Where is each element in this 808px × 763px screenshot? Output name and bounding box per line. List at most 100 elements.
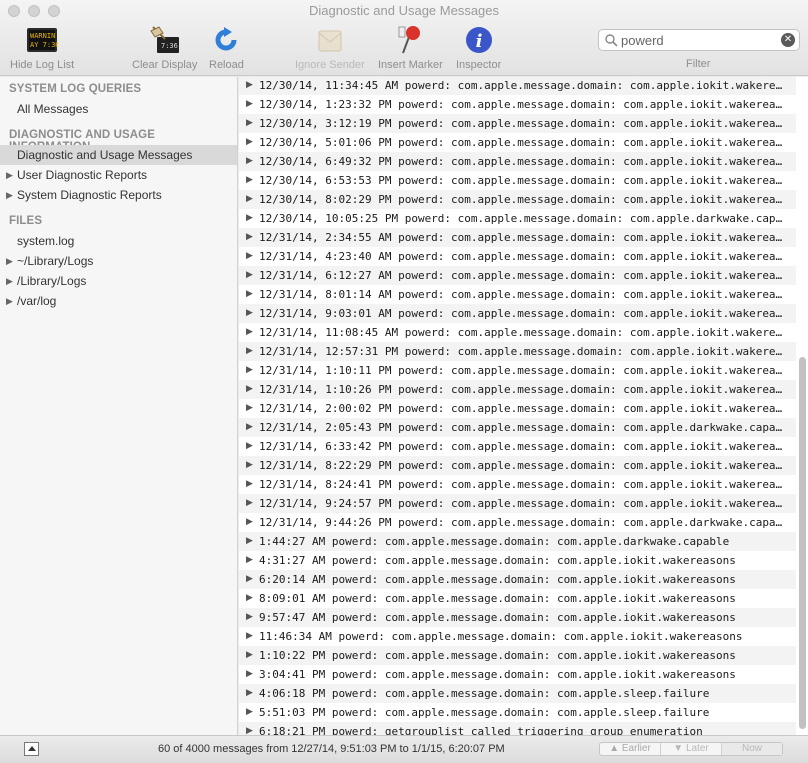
sidebar-item-user-diagnostic-reports[interactable]: ▶ User Diagnostic Reports: [0, 165, 237, 185]
disclosure-triangle-icon[interactable]: ▶: [246, 77, 253, 95]
log-row[interactable]: ▶ 1:44:27 AM powerd: com.apple.message.do…: [239, 532, 796, 551]
sidebar-item-system-log[interactable]: system.log: [0, 231, 237, 251]
disclosure-triangle-icon[interactable]: ▶: [6, 251, 13, 271]
log-row[interactable]: ▶ 12/30/14, 5:01:06 PM powerd: com.apple.…: [239, 133, 796, 152]
disclosure-triangle-icon[interactable]: ▶: [246, 323, 253, 342]
disclosure-triangle-icon[interactable]: ▶: [246, 133, 253, 152]
log-row[interactable]: ▶ 6:18:21 PM powerd: getgrouplist called …: [239, 722, 796, 735]
disclosure-triangle-icon[interactable]: ▶: [246, 399, 253, 418]
disclosure-triangle-icon[interactable]: ▶: [246, 285, 253, 304]
earlier-button[interactable]: ▲ Earlier: [600, 743, 661, 755]
ignore-sender-button[interactable]: Ignore Sender: [295, 24, 365, 71]
insert-marker-button[interactable]: Insert Marker: [378, 24, 443, 71]
log-row[interactable]: ▶ 12/31/14, 9:03:01 AM powerd: com.apple.…: [239, 304, 796, 323]
disclosure-triangle-icon[interactable]: ▶: [246, 171, 253, 190]
disclosure-triangle-icon[interactable]: ▶: [246, 684, 253, 703]
log-row[interactable]: ▶ 12/31/14, 8:24:41 PM powerd: com.apple.…: [239, 475, 796, 494]
disclosure-triangle-icon[interactable]: ▶: [246, 646, 253, 665]
disclosure-triangle-icon[interactable]: ▶: [246, 304, 253, 323]
disclosure-triangle-icon[interactable]: ▶: [246, 190, 253, 209]
search-field[interactable]: ✕: [598, 29, 800, 51]
disclosure-triangle-icon[interactable]: ▶: [246, 608, 253, 627]
log-row[interactable]: ▶ 12/31/14, 11:08:45 AM powerd: com.apple…: [239, 323, 796, 342]
log-row[interactable]: ▶ 5:51:03 PM powerd: com.apple.message.do…: [239, 703, 796, 722]
disclosure-triangle-icon[interactable]: ▶: [246, 722, 253, 735]
log-row[interactable]: ▶ 12/30/14, 6:49:32 PM powerd: com.apple.…: [239, 152, 796, 171]
disclosure-triangle-icon[interactable]: ▶: [246, 589, 253, 608]
log-row[interactable]: ▶ 12/30/14, 6:53:53 PM powerd: com.apple.…: [239, 171, 796, 190]
disclosure-triangle-icon[interactable]: ▶: [246, 247, 253, 266]
inspector-button[interactable]: i Inspector: [456, 24, 501, 71]
disclosure-triangle-icon[interactable]: ▶: [246, 437, 253, 456]
disclosure-triangle-icon[interactable]: ▶: [246, 114, 253, 133]
disclosure-triangle-icon[interactable]: ▶: [246, 627, 253, 646]
disclosure-triangle-icon[interactable]: ▶: [6, 165, 13, 185]
log-row[interactable]: ▶ 4:31:27 AM powerd: com.apple.message.do…: [239, 551, 796, 570]
sidebar-item-var-log[interactable]: ▶ /var/log: [0, 291, 237, 311]
disclosure-triangle-icon[interactable]: ▶: [246, 665, 253, 684]
disclosure-triangle-icon[interactable]: ▶: [246, 513, 253, 532]
later-button[interactable]: ▼ Later: [661, 743, 722, 755]
log-message-list[interactable]: ▶ 6:18:21 PM powerd: getgrouplist called …: [239, 77, 808, 735]
log-row[interactable]: ▶ 11:46:34 AM powerd: com.apple.message.d…: [239, 627, 796, 646]
log-row[interactable]: ▶ 12/30/14, 10:05:25 PM powerd: com.apple…: [239, 209, 796, 228]
disclosure-triangle-icon[interactable]: ▶: [246, 266, 253, 285]
sidebar-item-all-messages[interactable]: All Messages: [0, 99, 237, 119]
vertical-scrollbar[interactable]: [799, 357, 806, 729]
disclosure-triangle-icon[interactable]: ▶: [246, 551, 253, 570]
disclosure-triangle-icon[interactable]: ▶: [246, 380, 253, 399]
disclosure-triangle-icon[interactable]: ▶: [246, 228, 253, 247]
log-row[interactable]: ▶ 12/31/14, 12:57:31 PM powerd: com.apple…: [239, 342, 796, 361]
hide-log-list-button[interactable]: WARNIN AY 7:36 Hide Log List: [10, 24, 74, 71]
log-row[interactable]: ▶ 12/31/14, 1:10:26 PM powerd: com.apple.…: [239, 380, 796, 399]
show-hide-drawer-icon[interactable]: [24, 742, 39, 756]
log-row[interactable]: ▶ 6:20:14 AM powerd: com.apple.message.do…: [239, 570, 796, 589]
log-row[interactable]: ▶ 12/31/14, 4:23:40 AM powerd: com.apple.…: [239, 247, 796, 266]
log-row[interactable]: ▶ 12/31/14, 2:00:02 PM powerd: com.apple.…: [239, 399, 796, 418]
log-row[interactable]: ▶ 12/31/14, 1:10:11 PM powerd: com.apple.…: [239, 361, 796, 380]
search-input[interactable]: [621, 32, 776, 48]
disclosure-triangle-icon[interactable]: ▶: [6, 291, 13, 311]
log-row[interactable]: ▶ 12/31/14, 6:33:42 PM powerd: com.apple.…: [239, 437, 796, 456]
disclosure-triangle-icon[interactable]: ▶: [246, 532, 253, 551]
disclosure-triangle-icon[interactable]: ▶: [246, 361, 253, 380]
disclosure-triangle-icon[interactable]: ▶: [6, 185, 13, 205]
now-button[interactable]: Now: [722, 743, 782, 755]
disclosure-triangle-icon[interactable]: ▶: [246, 209, 253, 228]
log-row[interactable]: ▶ 12/31/14, 2:05:43 PM powerd: com.apple.…: [239, 418, 796, 437]
disclosure-triangle-icon[interactable]: ▶: [246, 95, 253, 114]
disclosure-triangle-icon[interactable]: ▶: [246, 418, 253, 437]
log-row[interactable]: ▶ 12/31/14, 9:44:26 PM powerd: com.apple.…: [239, 513, 796, 532]
log-row[interactable]: ▶ 8:09:01 AM powerd: com.apple.message.do…: [239, 589, 796, 608]
sidebar-item-diagnostic-usage-messages[interactable]: Diagnostic and Usage Messages: [0, 145, 237, 165]
log-row[interactable]: ▶ 12/31/14, 6:12:27 AM powerd: com.apple.…: [239, 266, 796, 285]
log-row[interactable]: ▶ 3:04:41 PM powerd: com.apple.message.do…: [239, 665, 796, 684]
disclosure-triangle-icon[interactable]: ▶: [246, 152, 253, 171]
disclosure-triangle-icon[interactable]: ▶: [6, 271, 13, 291]
disclosure-triangle-icon[interactable]: ▶: [246, 703, 253, 722]
reload-button[interactable]: Reload: [209, 24, 244, 71]
sidebar-item-library-logs[interactable]: ▶ /Library/Logs: [0, 271, 237, 291]
disclosure-triangle-icon[interactable]: ▶: [246, 494, 253, 513]
log-row[interactable]: ▶ 12/31/14, 2:34:55 AM powerd: com.apple.…: [239, 228, 796, 247]
log-row[interactable]: ▶ 12/31/14, 8:01:14 AM powerd: com.apple.…: [239, 285, 796, 304]
log-row[interactable]: ▶ 12/30/14, 1:23:32 PM powerd: com.apple.…: [239, 95, 796, 114]
log-row[interactable]: ▶ 1:10:22 PM powerd: com.apple.message.do…: [239, 646, 796, 665]
log-row[interactable]: ▶ 12/31/14, 9:24:57 PM powerd: com.apple.…: [239, 494, 796, 513]
disclosure-triangle-icon[interactable]: ▶: [246, 570, 253, 589]
log-row[interactable]: ▶ 12/30/14, 8:02:29 PM powerd: com.apple.…: [239, 190, 796, 209]
sidebar-item-system-diagnostic-reports[interactable]: ▶ System Diagnostic Reports: [0, 185, 237, 205]
disclosure-triangle-icon[interactable]: ▶: [246, 456, 253, 475]
clear-search-icon[interactable]: ✕: [781, 33, 795, 47]
log-row[interactable]: ▶ 12/30/14, 3:12:19 PM powerd: com.apple.…: [239, 114, 796, 133]
disclosure-triangle-icon[interactable]: ▶: [246, 475, 253, 494]
log-row[interactable]: ▶ 9:57:47 AM powerd: com.apple.message.do…: [239, 608, 796, 627]
disclosure-triangle-icon[interactable]: ▶: [246, 342, 253, 361]
sidebar-item-user-library-logs[interactable]: ▶ ~/Library/Logs: [0, 251, 237, 271]
log-row-text: 12/31/14, 2:05:43 PM powerd: com.apple.m…: [259, 421, 783, 434]
info-icon: i: [463, 24, 495, 56]
log-row[interactable]: ▶ 12/31/14, 8:22:29 PM powerd: com.apple.…: [239, 456, 796, 475]
log-row[interactable]: ▶ 4:06:18 PM powerd: com.apple.message.do…: [239, 684, 796, 703]
clear-display-button[interactable]: 7:36 Clear Display: [132, 24, 197, 71]
log-row[interactable]: ▶ 12/30/14, 11:34:45 AM powerd: com.apple…: [239, 77, 796, 95]
